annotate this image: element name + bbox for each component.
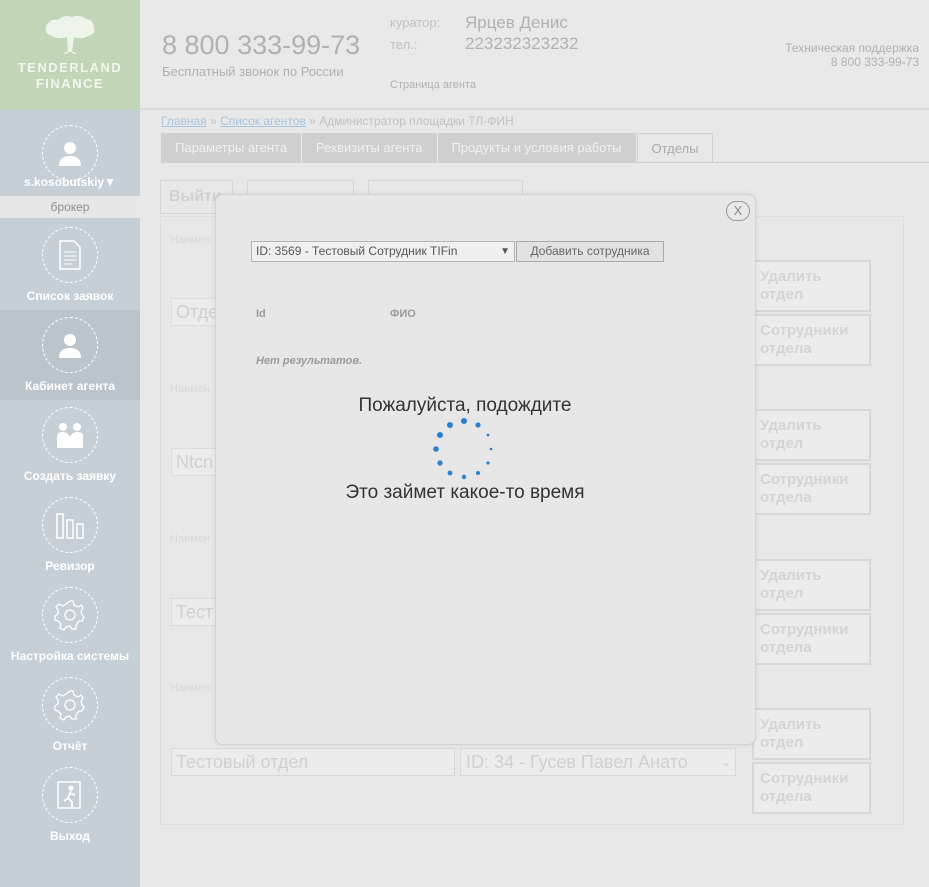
add-employee-button[interactable]: Добавить сотрудника [516,241,664,262]
loading-subtitle: Это займет какое-то время [345,482,585,503]
column-header-fio: ФИО [390,308,416,320]
sidebar-item-label: Отчёт [52,739,88,753]
document-icon [59,240,81,270]
sidebar-item-label: Ревизор [45,559,95,573]
header: 8 800 333-99-73 Бесплатный звонок по Рос… [140,0,929,110]
loading-title: Пожалуйста, подождите [358,395,572,416]
exit-icon-circle [42,767,98,823]
breadcrumb: Главная » Список агентов » Администратор… [161,114,514,128]
gear-icon [54,600,85,631]
dept-name-input[interactable]: Ntcn [171,448,219,476]
add-employee-modal: X ID: 3569 - Тестовый Сотрудник TIFin ▼ … [215,194,756,745]
dept-head-select-value: ID: 34 - Гусев Павел Анато [466,752,688,772]
breadcrumb-sep: » [309,114,316,128]
sidebar-item-requests[interactable]: Список заявок [0,220,140,310]
exit-icon [57,781,81,809]
person-icon [59,334,81,358]
sidebar-item-agent-cabinet[interactable]: Кабинет агента [0,310,140,400]
sidebar-item-label: Список заявок [26,289,114,303]
person-icon-circle [42,317,98,373]
dept-name-label: Наимен [170,234,210,246]
sidebar-item-label: Кабинет агента [24,379,116,393]
sidebar-item-label: Выход [49,829,91,843]
delete-dept-button[interactable]: Удалить отдел [752,409,871,461]
curator-name: Ярцев Денис [465,13,568,32]
sidebar: TENDERLAND FINANCE s.kosobutskiy▼ брокер… [0,0,140,887]
dept-name-label: Наимен [170,682,210,694]
sidebar-item-revisor[interactable]: Ревизор [0,490,140,580]
delete-dept-button[interactable]: Удалить отдел [752,260,871,312]
tab-agent-requisites[interactable]: Реквизиты агента [302,133,438,162]
dept-name-input[interactable]: Отде [171,298,219,326]
support-phone: 8 800 333-99-73 [830,55,919,69]
avatar [42,125,98,181]
dept-staff-button[interactable]: Сотрудники отдела [752,314,871,366]
dept-head-select[interactable]: ID: 34 - Гусев Павел Анато ⌄ [460,748,736,776]
sidebar-item-exit[interactable]: Выход [0,760,140,850]
spinner-icon [433,418,493,480]
tab-agent-params[interactable]: Параметры агента [161,133,303,162]
sidebar-item-report[interactable]: Отчёт [0,670,140,760]
breadcrumb-home[interactable]: Главная [161,114,207,128]
tel-label: тел.: [390,37,418,52]
gear-icon-circle [42,587,98,643]
chevron-down-icon: ▼ [500,246,510,257]
tab-departments[interactable]: Отделы [636,133,714,163]
bar-chart-icon-circle [42,497,98,553]
sidebar-item-label: Настройка системы [10,649,130,663]
logo[interactable]: TENDERLAND FINANCE [0,0,140,110]
logo-line2: FINANCE [35,76,105,91]
handshake-icon-circle [42,407,98,463]
close-icon[interactable]: X [726,201,750,221]
sidebar-item-settings[interactable]: Настройка системы [0,580,140,670]
bar-chart-icon [56,513,84,539]
user-role: брокер [0,196,140,218]
dept-name-label: Наимен [170,533,210,545]
employee-select[interactable]: ID: 3569 - Тестовый Сотрудник TIFin ▼ [251,241,515,262]
dept-staff-button[interactable]: Сотрудники отдела [752,613,871,665]
tree-logo-icon [45,15,95,54]
dept-name-input[interactable]: Тестовый отдел [171,748,455,776]
gear-icon [54,690,85,721]
empty-state: Нет результатов. [256,355,363,367]
user-name-dropdown[interactable]: s.kosobutskiy▼ [0,175,140,189]
sidebar-item-label: Создать заявку [23,469,117,483]
chevron-down-icon: ⌄ [720,755,731,769]
employee-select-value: ID: 3569 - Тестовый Сотрудник TIFin [256,244,458,258]
delete-dept-button[interactable]: Удалить отдел [752,708,871,760]
tab-divider [161,162,929,163]
sidebar-item-create-request[interactable]: Создать заявку [0,400,140,490]
logo-line1: TENDERLAND [17,60,123,75]
page-caption: Страница агента [390,79,477,91]
breadcrumb-current: Администратор площадки ТЛ-ФИН [319,114,514,128]
delete-dept-button[interactable]: Удалить отдел [752,559,871,611]
gear-icon-circle [42,677,98,733]
curator-phone: 223232323232 [465,34,579,53]
dept-name-input[interactable]: Тест [171,598,219,626]
person-icon [59,142,81,166]
support-info: Техническая поддержка 8 800 333-99-73 [785,41,919,69]
column-header-id: Id [256,308,266,320]
dept-name-label: Наимен [170,383,210,395]
document-icon-circle [42,227,98,283]
curator-label: куратор: [390,15,441,30]
breadcrumb-sep: » [210,114,217,128]
hotline-caption: Бесплатный звонок по России [162,64,344,79]
handshake-icon [57,423,83,448]
dept-staff-button[interactable]: Сотрудники отдела [752,463,871,515]
hotline-phone: 8 800 333-99-73 [162,30,361,60]
breadcrumb-agents[interactable]: Список агентов [220,114,306,128]
tab-products[interactable]: Продукты и условия работы [437,133,637,162]
dept-staff-button[interactable]: Сотрудники отдела [752,762,871,814]
tab-bar: Параметры агента Реквизиты агента Продук… [161,133,714,163]
user-avatar[interactable] [0,118,140,181]
support-title: Техническая поддержка [785,41,919,55]
